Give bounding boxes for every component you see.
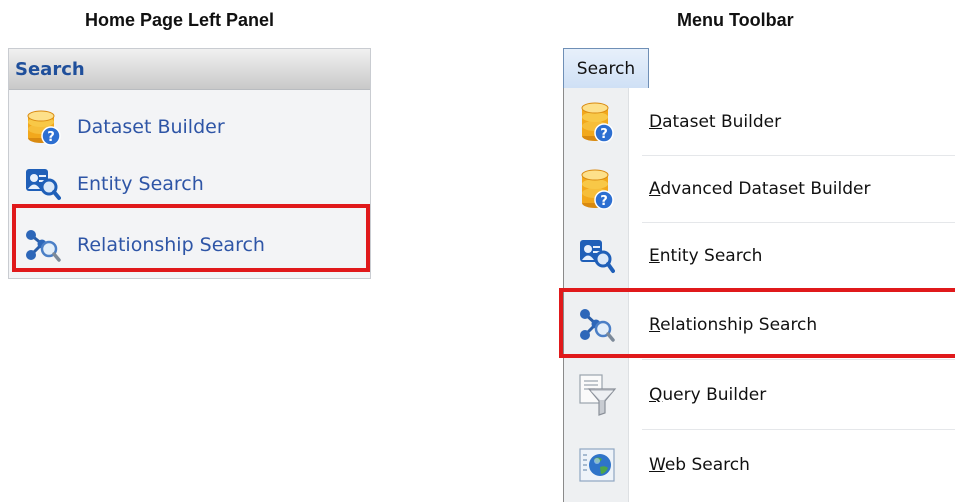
web-globe-icon xyxy=(564,432,629,498)
entity-search-icon xyxy=(564,223,629,289)
menu-tab-label: Search xyxy=(576,58,636,79)
query-funnel-icon xyxy=(564,362,629,428)
menu-item-label: Entity Search xyxy=(649,246,763,266)
left-panel-caption: Home Page Left Panel xyxy=(85,10,275,30)
menu-item-web-search[interactable]: Web Search xyxy=(564,432,955,498)
relationship-search-highlight-box xyxy=(12,204,370,272)
menu-item-advanced-dataset-builder[interactable]: ? Advanced Dataset Builder xyxy=(564,156,955,222)
svg-text:?: ? xyxy=(600,127,608,142)
entity-search-icon xyxy=(23,164,63,204)
database-help-icon: ? xyxy=(23,107,63,147)
menu-item-label: Dataset Builder xyxy=(649,112,782,132)
menu-toolbar-caption: Menu Toolbar xyxy=(677,10,794,30)
menu-separator xyxy=(642,429,955,430)
left-item-label: Entity Search xyxy=(77,173,204,195)
menu-item-query-builder[interactable]: Query Builder xyxy=(564,362,955,428)
menu-separator xyxy=(642,359,955,360)
left-item-dataset-builder[interactable]: ? Dataset Builder xyxy=(9,99,370,155)
database-help-icon: ? xyxy=(564,89,629,155)
menu-item-dataset-builder[interactable]: ? Dataset Builder xyxy=(564,89,955,155)
menu-item-label: Web Search xyxy=(649,455,750,475)
menu-toolbar: Search ? Dataset Builder ? Advanced Data… xyxy=(555,48,955,502)
menu-item-label: Query Builder xyxy=(649,385,767,405)
menu-item-entity-search[interactable]: Entity Search xyxy=(564,223,955,289)
left-item-label: Dataset Builder xyxy=(77,116,225,138)
svg-text:?: ? xyxy=(47,130,55,145)
relationship-search-highlight-box xyxy=(559,288,955,358)
database-help-icon: ? xyxy=(564,156,629,222)
menu-item-label: Advanced Dataset Builder xyxy=(649,179,871,199)
left-panel-header-label: Search xyxy=(15,58,85,80)
menu-tab-search[interactable]: Search xyxy=(563,48,649,88)
left-panel-header[interactable]: Search xyxy=(9,49,370,90)
svg-text:?: ? xyxy=(600,194,608,209)
